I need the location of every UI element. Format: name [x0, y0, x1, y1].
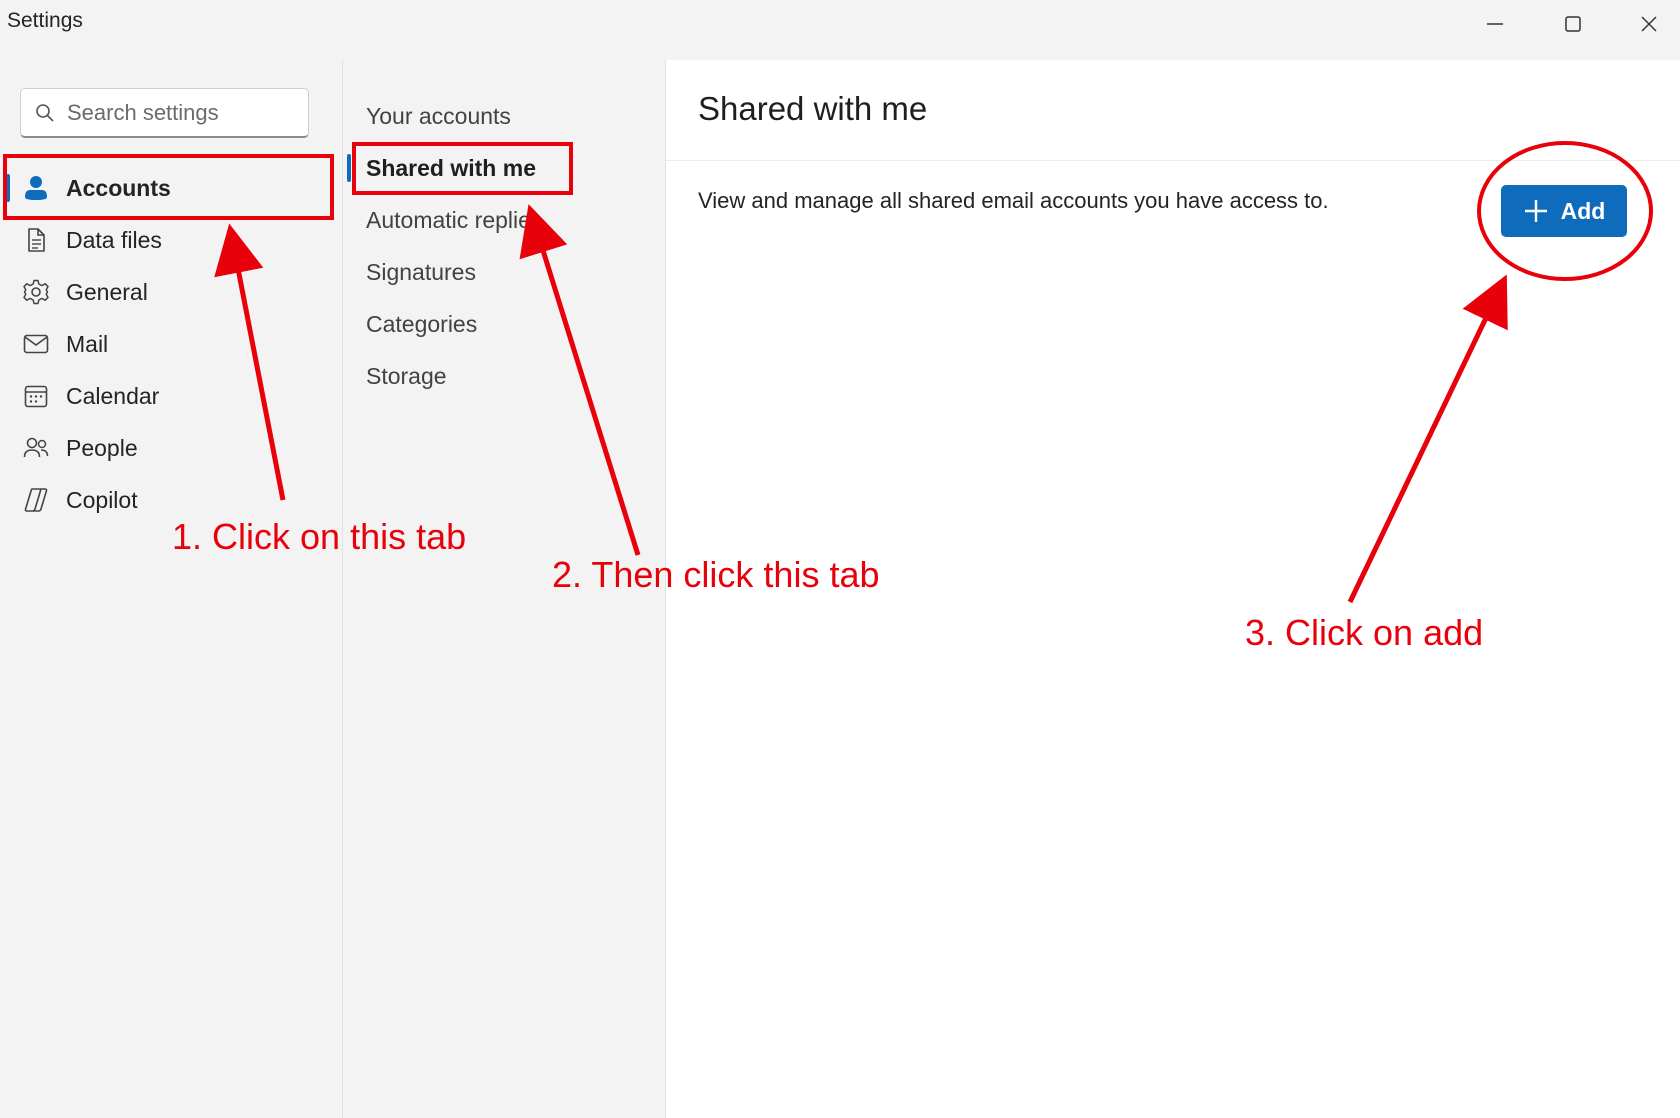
minimize-icon	[1487, 23, 1503, 25]
annotation-step-2: 2. Then click this tab	[552, 554, 880, 595]
nav-item-label: Mail	[66, 330, 109, 357]
mail-icon	[23, 334, 49, 354]
page-title: Shared with me	[698, 90, 928, 127]
close-button[interactable]	[1614, 4, 1680, 44]
close-icon	[1641, 16, 1657, 32]
annotation-box-accounts	[3, 154, 334, 220]
nav-item-label: Copilot	[66, 486, 138, 513]
tab-label: Automatic replies	[366, 206, 543, 233]
annotation-step-3: 3. Click on add	[1245, 612, 1484, 653]
maximize-icon	[1565, 16, 1581, 32]
tab-label: Signatures	[366, 258, 476, 285]
tab-label: Storage	[366, 362, 447, 389]
annotation-box-shared-with-me	[352, 142, 573, 195]
nav-item-calendar[interactable]: Calendar	[0, 372, 330, 420]
nav-item-data-files[interactable]: Data files	[0, 216, 330, 264]
maximize-button[interactable]	[1538, 4, 1608, 44]
nav-item-mail[interactable]: Mail	[0, 320, 330, 368]
nav-item-people[interactable]: People	[0, 424, 330, 472]
copilot-icon	[24, 488, 48, 512]
document-icon	[28, 228, 45, 252]
tab-storage[interactable]: Storage	[343, 352, 643, 400]
search-icon	[36, 103, 54, 122]
divider	[666, 160, 1680, 161]
minimize-button[interactable]	[1460, 4, 1530, 44]
nav-item-label: General	[66, 278, 148, 305]
selection-indicator	[347, 154, 351, 182]
title-bar: Settings	[0, 0, 1680, 56]
window-title: Settings	[7, 9, 83, 32]
calendar-icon	[24, 385, 48, 408]
add-button-label: Add	[1560, 197, 1606, 224]
tab-label: Your accounts	[366, 102, 511, 129]
page-description: View and manage all shared email account…	[698, 188, 1329, 213]
tab-your-accounts[interactable]: Your accounts	[343, 92, 643, 140]
tab-signatures[interactable]: Signatures	[343, 248, 643, 296]
gear-icon	[23, 279, 49, 305]
tab-categories[interactable]: Categories	[343, 300, 643, 348]
people-icon	[23, 437, 49, 458]
search-input[interactable]	[65, 98, 289, 127]
plus-icon	[1524, 200, 1547, 222]
tab-label: Categories	[366, 310, 478, 337]
annotation-step-1: 1. Click on this tab	[172, 516, 467, 557]
nav-item-label: Calendar	[66, 382, 160, 409]
add-button[interactable]: Add	[1501, 185, 1627, 237]
search-box[interactable]	[20, 88, 309, 138]
nav-item-general[interactable]: General	[0, 268, 330, 316]
nav-item-label: Data files	[66, 226, 162, 253]
nav-item-label: People	[66, 434, 138, 461]
tab-automatic-replies[interactable]: Automatic replies	[343, 196, 643, 244]
